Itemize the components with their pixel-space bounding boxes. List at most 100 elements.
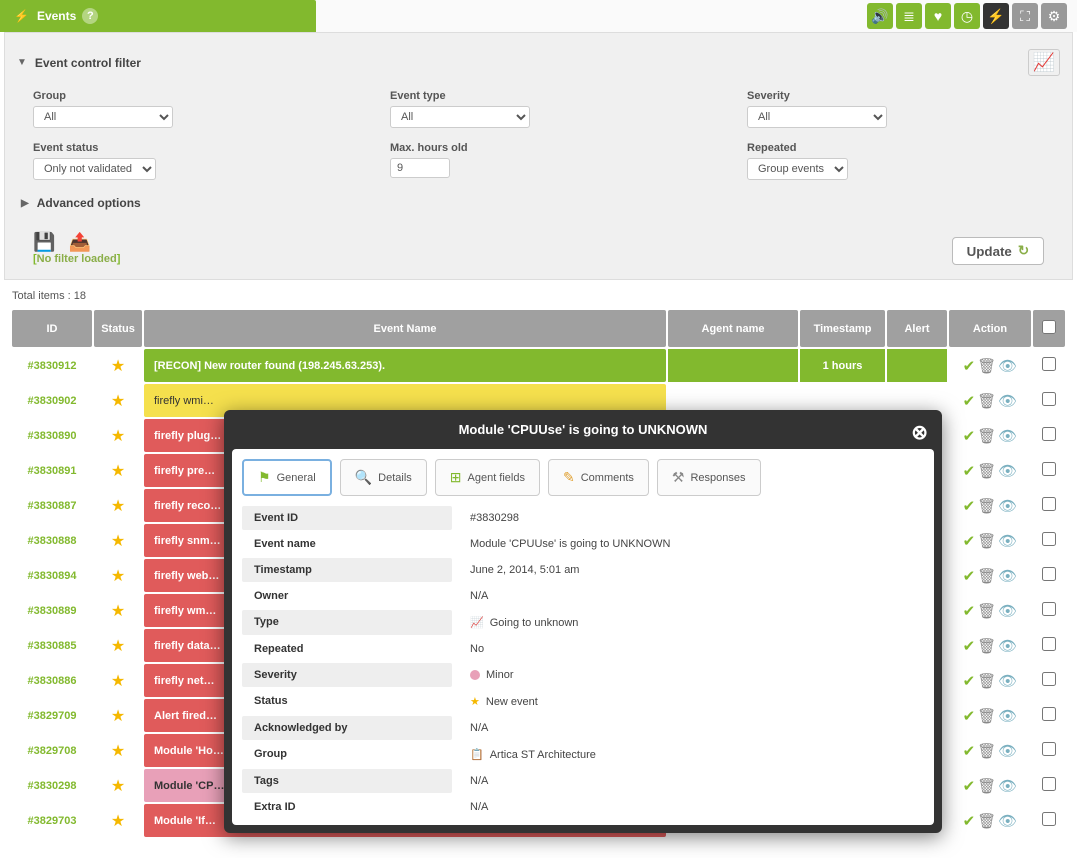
row-id[interactable]: #3830890 xyxy=(12,419,92,452)
view-icon[interactable]: 👁 xyxy=(998,567,1017,585)
status-star-icon[interactable]: ★ xyxy=(94,524,142,557)
row-id[interactable]: #3829703 xyxy=(12,804,92,837)
status-star-icon[interactable]: ★ xyxy=(94,384,142,417)
delete-icon[interactable]: 🗑 xyxy=(977,392,996,410)
col-status[interactable]: Status xyxy=(94,310,142,347)
sound-icon[interactable]: 🔊 xyxy=(867,3,893,29)
group-select[interactable]: All xyxy=(33,106,173,128)
event-name-cell[interactable]: [RECON] New router found (198.245.63.253… xyxy=(144,349,666,382)
close-icon[interactable]: ⊗ xyxy=(911,420,928,445)
validate-icon[interactable]: ✔ xyxy=(963,462,976,480)
row-checkbox[interactable] xyxy=(1042,672,1056,686)
delete-icon[interactable]: 🗑 xyxy=(977,637,996,655)
validate-icon[interactable]: ✔ xyxy=(963,357,976,375)
validate-icon[interactable]: ✔ xyxy=(963,602,976,620)
load-icon[interactable]: 📤 xyxy=(68,232,90,252)
tab-comments[interactable]: ✎Comments xyxy=(548,459,649,496)
help-icon[interactable]: ? xyxy=(82,8,98,24)
row-checkbox[interactable] xyxy=(1042,462,1056,476)
row-checkbox[interactable] xyxy=(1042,427,1056,441)
event-type-select[interactable]: All xyxy=(390,106,530,128)
delete-icon[interactable]: 🗑 xyxy=(977,602,996,620)
fullscreen-icon[interactable]: ⛶ xyxy=(1012,3,1038,29)
status-star-icon[interactable]: ★ xyxy=(94,804,142,837)
validate-icon[interactable]: ✔ xyxy=(963,637,976,655)
delete-icon[interactable]: 🗑 xyxy=(977,497,996,515)
list-icon[interactable]: ≣ xyxy=(896,3,922,29)
heart-icon[interactable]: ♥ xyxy=(925,3,951,29)
view-icon[interactable]: 👁 xyxy=(998,357,1017,375)
event-status-select[interactable]: Only not validated xyxy=(33,158,156,180)
tab-details[interactable]: 🔍Details xyxy=(340,459,427,496)
tab-agent-fields[interactable]: ⊞Agent fields xyxy=(435,459,540,496)
status-star-icon[interactable]: ★ xyxy=(94,489,142,522)
save-icon[interactable]: 💾 xyxy=(33,232,55,252)
col-timestamp[interactable]: Timestamp xyxy=(800,310,885,347)
validate-icon[interactable]: ✔ xyxy=(963,777,976,795)
col-event-name[interactable]: Event Name xyxy=(144,310,666,347)
status-star-icon[interactable]: ★ xyxy=(94,699,142,732)
row-id[interactable]: #3830298 xyxy=(12,769,92,802)
row-checkbox[interactable] xyxy=(1042,742,1056,756)
status-star-icon[interactable]: ★ xyxy=(94,664,142,697)
status-star-icon[interactable]: ★ xyxy=(94,594,142,627)
row-id[interactable]: #3830912 xyxy=(12,349,92,382)
view-icon[interactable]: 👁 xyxy=(998,777,1017,795)
delete-icon[interactable]: 🗑 xyxy=(977,567,996,585)
row-id[interactable]: #3830894 xyxy=(12,559,92,592)
tab-responses[interactable]: ⚒Responses xyxy=(657,459,761,496)
advanced-options-toggle[interactable]: ▶ Advanced options xyxy=(17,190,1060,220)
gear-icon[interactable]: ⚙ xyxy=(1041,3,1067,29)
validate-icon[interactable]: ✔ xyxy=(963,532,976,550)
row-id[interactable]: #3830902 xyxy=(12,384,92,417)
delete-icon[interactable]: 🗑 xyxy=(977,672,996,690)
view-icon[interactable]: 👁 xyxy=(998,742,1017,760)
rss-icon[interactable]: ◷ xyxy=(954,3,980,29)
row-checkbox[interactable] xyxy=(1042,532,1056,546)
row-checkbox[interactable] xyxy=(1042,567,1056,581)
validate-icon[interactable]: ✔ xyxy=(963,672,976,690)
col-alert[interactable]: Alert xyxy=(887,310,947,347)
view-icon[interactable]: 👁 xyxy=(998,427,1017,445)
col-agent-name[interactable]: Agent name xyxy=(668,310,798,347)
view-icon[interactable]: 👁 xyxy=(998,532,1017,550)
row-id[interactable]: #3830889 xyxy=(12,594,92,627)
tab-general[interactable]: ⚑General xyxy=(242,459,332,496)
row-id[interactable]: #3829709 xyxy=(12,699,92,732)
row-checkbox[interactable] xyxy=(1042,357,1056,371)
validate-icon[interactable]: ✔ xyxy=(963,707,976,725)
validate-icon[interactable]: ✔ xyxy=(963,427,976,445)
view-icon[interactable]: 👁 xyxy=(998,672,1017,690)
view-icon[interactable]: 👁 xyxy=(998,602,1017,620)
row-checkbox[interactable] xyxy=(1042,497,1056,511)
update-button[interactable]: Update ↻ xyxy=(952,237,1044,265)
delete-icon[interactable]: 🗑 xyxy=(977,777,996,795)
delete-icon[interactable]: 🗑 xyxy=(977,707,996,725)
row-id[interactable]: #3829708 xyxy=(12,734,92,767)
delete-icon[interactable]: 🗑 xyxy=(977,462,996,480)
view-icon[interactable]: 👁 xyxy=(998,812,1017,830)
status-star-icon[interactable]: ★ xyxy=(94,454,142,487)
severity-select[interactable]: All xyxy=(747,106,887,128)
row-checkbox[interactable] xyxy=(1042,392,1056,406)
events-tab[interactable]: ⚡ Events ? xyxy=(0,0,316,32)
status-star-icon[interactable]: ★ xyxy=(94,349,142,382)
row-checkbox[interactable] xyxy=(1042,777,1056,791)
view-icon[interactable]: 👁 xyxy=(998,707,1017,725)
status-star-icon[interactable]: ★ xyxy=(94,734,142,767)
row-id[interactable]: #3830891 xyxy=(12,454,92,487)
row-id[interactable]: #3830888 xyxy=(12,524,92,557)
validate-icon[interactable]: ✔ xyxy=(963,497,976,515)
max-hours-input[interactable] xyxy=(390,158,450,178)
validate-icon[interactable]: ✔ xyxy=(963,567,976,585)
status-star-icon[interactable]: ★ xyxy=(94,559,142,592)
delete-icon[interactable]: 🗑 xyxy=(977,742,996,760)
filter-section-title[interactable]: ▼ Event control filter 📈 xyxy=(17,43,1060,86)
view-icon[interactable]: 👁 xyxy=(998,462,1017,480)
status-star-icon[interactable]: ★ xyxy=(94,769,142,802)
delete-icon[interactable]: 🗑 xyxy=(977,532,996,550)
chart-icon[interactable]: 📈 xyxy=(1028,49,1060,76)
delete-icon[interactable]: 🗑 xyxy=(977,427,996,445)
col-id[interactable]: ID xyxy=(12,310,92,347)
row-checkbox[interactable] xyxy=(1042,637,1056,651)
